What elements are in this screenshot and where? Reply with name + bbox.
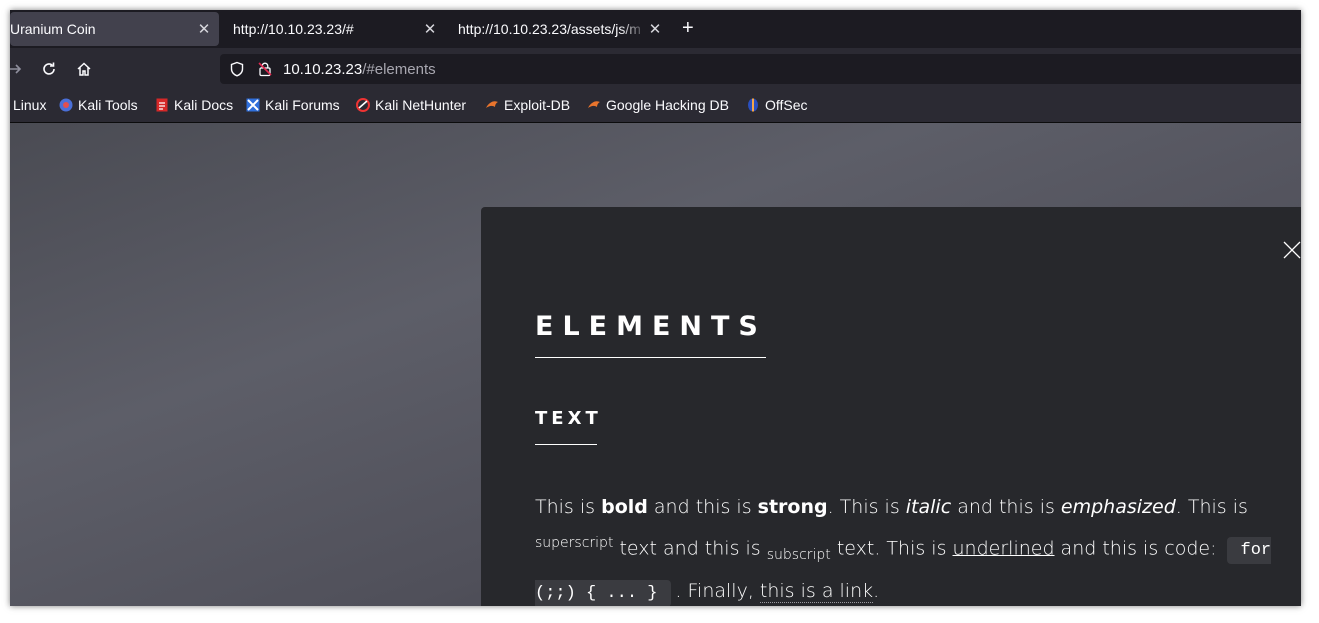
page-title: ELEMENTS	[535, 311, 767, 342]
text-run: . This is	[1175, 496, 1248, 518]
bookmark-label: OffSec	[765, 97, 808, 113]
forward-button[interactable]	[10, 58, 26, 80]
bookmark-google-hacking-db[interactable]: Google Hacking DB	[587, 97, 729, 113]
tab-label: Uranium Coin	[10, 21, 96, 37]
offsec-icon	[748, 98, 758, 112]
section-title: TEXT	[535, 408, 602, 429]
bold-text: bold	[601, 496, 648, 518]
tab-label: http://10.10.23.23/#	[233, 21, 354, 37]
elements-article-panel: ELEMENTS TEXT This is bold and this is s…	[481, 207, 1301, 606]
bookmark-kali-forums[interactable]: Kali Forums	[246, 97, 340, 113]
bookmark-label: Kali NetHunter	[375, 97, 467, 113]
italic-text: italic	[905, 496, 952, 518]
close-tab-icon[interactable]: ✕	[647, 20, 663, 38]
bookmark-label: Linux	[13, 97, 47, 113]
navigation-toolbar: 10.10.23.23/#elements	[10, 48, 1301, 90]
home-button[interactable]	[73, 58, 95, 80]
bookmark-label: Kali Docs	[174, 97, 234, 113]
url-path: /#elements	[362, 60, 436, 78]
strong-text: strong	[757, 496, 828, 518]
close-icon[interactable]	[1281, 239, 1301, 261]
nethunter-icon	[356, 98, 370, 112]
tab-uranium-coin[interactable]: Uranium Coin ✕	[10, 12, 219, 46]
insecure-lock-icon[interactable]	[257, 61, 273, 77]
tab-strip: Uranium Coin ✕ http://10.10.23.23/# ✕ ht…	[10, 10, 1301, 48]
underlined-text: underlined	[952, 537, 1055, 560]
text-run: This is	[535, 496, 602, 518]
text-run: .	[873, 580, 880, 603]
url-host: 10.10.23.23	[283, 60, 363, 78]
text-run: and this is code:	[1054, 537, 1223, 560]
home-icon	[77, 62, 91, 76]
close-tab-icon[interactable]: ✕	[422, 20, 438, 38]
sample-text-paragraph: This is bold and this is strong. This is…	[535, 489, 1285, 606]
bookmark-label: Kali Tools	[78, 97, 138, 113]
title-underline	[535, 357, 766, 358]
bookmark-kali-tools[interactable]: Kali Tools	[59, 97, 138, 113]
bookmark-label: Google Hacking DB	[606, 97, 729, 113]
reload-icon	[43, 62, 55, 75]
page-content: ELEMENTS TEXT This is bold and this is s…	[10, 123, 1301, 606]
bookmark-kali-nethunter[interactable]: Kali NetHunter	[356, 97, 466, 113]
url-text: 10.10.23.23/#elements	[283, 61, 436, 78]
tab-label: http://10.10.23.23/assets/js/m	[458, 21, 641, 37]
subscript-text: subscript	[766, 547, 831, 564]
bookmark-label: Kali Forums	[265, 97, 340, 113]
close-tab-icon[interactable]: ✕	[196, 20, 212, 38]
text-run: and this is	[951, 496, 1061, 518]
ghdb-icon	[588, 101, 600, 108]
tab-assets-js[interactable]: http://10.10.23.23/assets/js/m ✕	[450, 12, 665, 46]
bookmark-kali-docs[interactable]: Kali Docs	[155, 97, 233, 113]
superscript-text: superscript	[535, 535, 614, 551]
browser-window: Uranium Coin ✕ http://10.10.23.23/# ✕ ht…	[10, 10, 1301, 606]
text-run: text. This is	[830, 537, 953, 560]
forward-arrow-icon	[10, 64, 22, 74]
exploit-db-icon	[486, 101, 498, 108]
tab-home[interactable]: http://10.10.23.23/# ✕	[225, 12, 440, 46]
text-run: text and this is	[613, 537, 767, 560]
bookmark-exploit-db[interactable]: Exploit-DB	[485, 97, 570, 113]
bookmark-offsec[interactable]: OffSec	[746, 97, 808, 113]
kali-docs-icon	[156, 98, 168, 112]
section-underline	[535, 444, 597, 445]
kali-tools-icon	[59, 98, 73, 112]
text-run: . This is	[827, 496, 906, 518]
reload-button[interactable]	[38, 58, 60, 80]
address-bar[interactable]: 10.10.23.23/#elements	[220, 54, 1301, 84]
sample-link[interactable]: this is a link	[759, 580, 874, 604]
bookmark-linux[interactable]: Linux	[13, 97, 46, 113]
new-tab-button[interactable]: +	[682, 18, 694, 38]
tracking-protection-shield-icon[interactable]	[229, 61, 245, 77]
kali-forums-icon	[246, 98, 260, 112]
bookmarks-toolbar: Linux Kali Tools Kali Docs Kali Forums K…	[10, 90, 1301, 123]
text-run: and this is	[647, 496, 758, 518]
bookmark-label: Exploit-DB	[504, 97, 571, 113]
emphasized-text: emphasized	[1060, 496, 1176, 518]
text-run: . Finally,	[675, 580, 760, 603]
